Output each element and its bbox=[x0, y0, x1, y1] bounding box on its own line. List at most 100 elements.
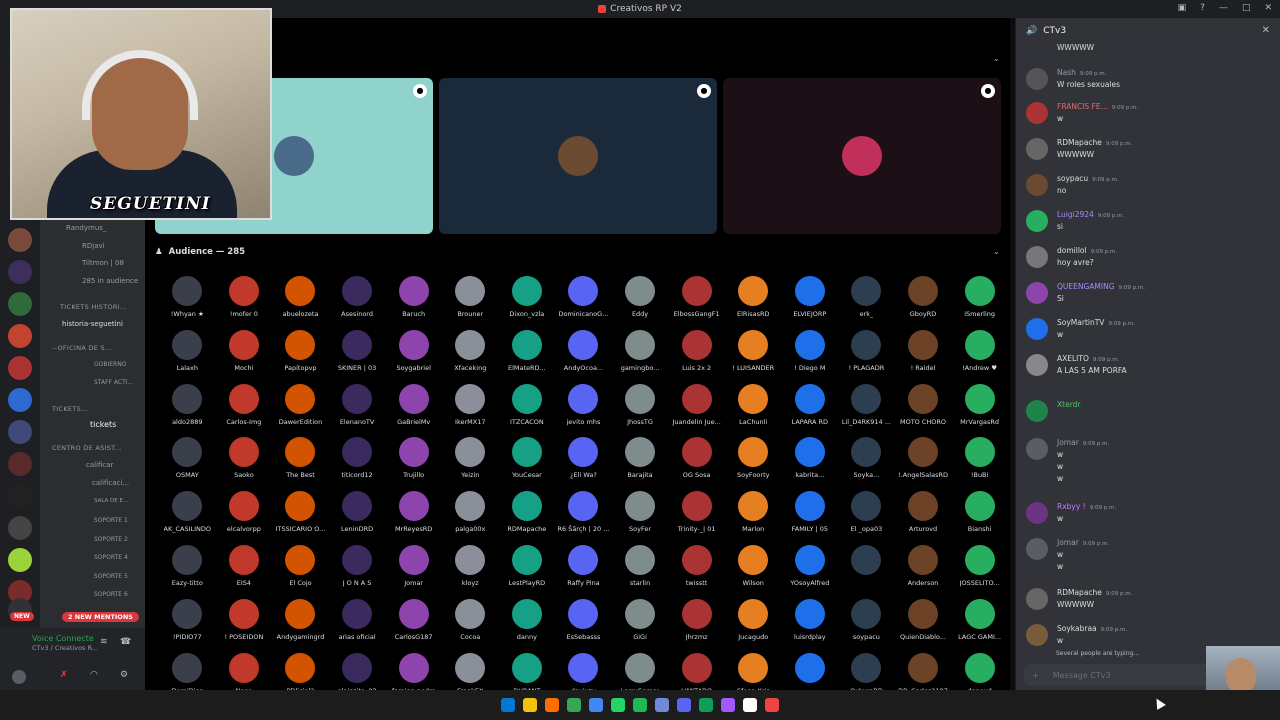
audience-member[interactable]: LAGC GAMI... bbox=[951, 598, 1008, 653]
avatar[interactable] bbox=[1026, 588, 1048, 610]
server-icon[interactable] bbox=[8, 420, 32, 444]
audience-member[interactable]: Marlon bbox=[725, 491, 782, 545]
avatar[interactable] bbox=[1026, 246, 1048, 268]
avatar[interactable] bbox=[1026, 102, 1048, 124]
audience-member[interactable]: SoyFer bbox=[612, 491, 669, 545]
audience-member[interactable]: ElMateRD... bbox=[499, 329, 556, 384]
audience-member[interactable]: ITSSICARIO O... bbox=[272, 491, 329, 545]
avatar[interactable] bbox=[1026, 282, 1048, 304]
chat-author[interactable]: AXELITO 9:09 p.m. bbox=[1057, 354, 1119, 363]
audience-member[interactable]: The Best bbox=[272, 437, 329, 491]
audience-member[interactable]: danny bbox=[499, 598, 556, 653]
audience-member[interactable]: Wilson bbox=[725, 544, 782, 599]
audience-member[interactable]: Cocoa bbox=[442, 598, 499, 653]
audience-member[interactable]: !Whyan ★ bbox=[159, 276, 216, 330]
audience-member[interactable]: Arturovd bbox=[895, 491, 952, 545]
audience-member[interactable]: Jhrzmz bbox=[668, 598, 725, 653]
audience-member[interactable]: Soyka... bbox=[838, 437, 895, 491]
audience-member[interactable]: MOTO CHORO bbox=[895, 383, 952, 438]
taskbar-app-icon[interactable] bbox=[699, 698, 713, 712]
audience-member[interactable]: !.AngelSalasRD bbox=[895, 437, 952, 491]
headphones-icon[interactable]: ◠ bbox=[90, 670, 98, 680]
audience-member[interactable]: LaChunli bbox=[725, 383, 782, 438]
audience-member[interactable]: ELVIEJORP bbox=[782, 276, 839, 330]
audience-member[interactable]: ! Raidel bbox=[895, 329, 952, 384]
speaker-tile[interactable]: ● bbox=[439, 78, 717, 234]
channel-category[interactable]: TICKETS... bbox=[52, 405, 148, 413]
audience-member[interactable]: SKINER | 03 bbox=[329, 329, 386, 384]
audience-member[interactable]: soypacu bbox=[838, 598, 895, 653]
audience-member[interactable]: titicord12 bbox=[329, 437, 386, 491]
audience-member[interactable]: twisstt bbox=[668, 544, 725, 599]
audience-header[interactable]: ♟ Audience — 285 bbox=[155, 247, 245, 257]
server-icon[interactable] bbox=[8, 452, 32, 476]
avatar[interactable] bbox=[1026, 68, 1048, 90]
audience-member[interactable]: DominicanoG... bbox=[555, 276, 612, 330]
avatar[interactable] bbox=[1026, 502, 1048, 524]
chevron-down-icon[interactable]: ⌄ bbox=[993, 54, 1000, 63]
server-icon[interactable] bbox=[8, 292, 32, 316]
channel-category[interactable]: CENTRO DE ASIST... bbox=[52, 444, 148, 452]
audience-member[interactable]: !BuBi bbox=[951, 437, 1008, 491]
audience-member[interactable]: starlin bbox=[612, 544, 669, 599]
audience-member[interactable]: Raffy Pina bbox=[555, 544, 612, 599]
speaker-tile[interactable]: ● bbox=[723, 78, 1001, 234]
avatar[interactable] bbox=[1026, 174, 1048, 196]
taskbar-app-icon[interactable] bbox=[743, 698, 757, 712]
audience-member[interactable]: palga00x bbox=[442, 491, 499, 545]
chat-author[interactable]: Nash 9:09 p.m. bbox=[1057, 68, 1106, 77]
audience-member[interactable]: QuienDiablo... bbox=[895, 598, 952, 653]
audience-member[interactable]: Dixon_vzla bbox=[499, 276, 556, 330]
waveform-icon[interactable]: ≋ bbox=[100, 637, 108, 647]
avatar[interactable] bbox=[1026, 400, 1048, 422]
audience-member[interactable]: IkerMX17 bbox=[442, 383, 499, 438]
voice-status[interactable]: Voice Connecte bbox=[32, 634, 94, 643]
audience-member[interactable]: CarlosG187 bbox=[385, 598, 442, 653]
audience-member[interactable]: abuelozeta bbox=[272, 276, 329, 330]
audience-member[interactable]: OSMAY bbox=[159, 437, 216, 491]
audience-member[interactable]: kloyz bbox=[442, 544, 499, 599]
audience-member[interactable]: El _opa03 bbox=[838, 491, 895, 545]
taskbar-app-icon[interactable] bbox=[589, 698, 603, 712]
audience-member[interactable]: Jucagudo bbox=[725, 598, 782, 653]
taskbar-app-icon[interactable] bbox=[721, 698, 735, 712]
maximize-icon[interactable]: □ bbox=[1242, 3, 1251, 13]
chat-author[interactable]: SoyMartinTV 9:09 p.m. bbox=[1057, 318, 1135, 327]
audience-member[interactable]: RDMapache bbox=[499, 491, 556, 545]
taskbar-app-icon[interactable] bbox=[545, 698, 559, 712]
taskbar-app-icon[interactable] bbox=[611, 698, 625, 712]
audience-member[interactable]: ITZCACON bbox=[499, 383, 556, 438]
audience-member[interactable]: GiGi bbox=[612, 598, 669, 653]
chat-author[interactable]: Jomar 9:09 p.m. bbox=[1057, 438, 1109, 447]
mentions-pill[interactable]: 2 NEW MENTIONS bbox=[62, 612, 139, 622]
chat-author[interactable]: Xterdr bbox=[1057, 400, 1081, 409]
audience-member[interactable]: Saoko bbox=[216, 437, 273, 491]
gear-icon[interactable]: ⚙ bbox=[120, 670, 128, 680]
server-icon[interactable] bbox=[8, 516, 32, 540]
audience-member[interactable]: ! Diego M bbox=[782, 329, 839, 384]
audience-member[interactable]: MrReyesRD bbox=[385, 491, 442, 545]
inbox-icon[interactable]: ▣ bbox=[1178, 3, 1187, 13]
audience-member[interactable]: Brouner bbox=[442, 276, 499, 330]
chat-author[interactable]: RDMapache 9:09 p.m. bbox=[1057, 138, 1132, 147]
chat-author[interactable]: domillol 9:09 p.m. bbox=[1057, 246, 1117, 255]
audience-member[interactable]: ElenanoTV bbox=[329, 383, 386, 438]
audience-member[interactable]: MrVargasRd bbox=[951, 383, 1008, 438]
close-icon[interactable]: ✕ bbox=[1262, 25, 1270, 36]
server-icon[interactable] bbox=[8, 324, 32, 348]
audience-member[interactable]: LestPlayRD bbox=[499, 544, 556, 599]
audience-member[interactable]: El Cojo bbox=[272, 544, 329, 599]
help-icon[interactable]: ? bbox=[1200, 3, 1205, 13]
audience-member[interactable]: J O N A S bbox=[329, 544, 386, 599]
audience-member[interactable]: GboyRD bbox=[895, 276, 952, 330]
audience-member[interactable]: Lalaxh bbox=[159, 329, 216, 384]
audience-member[interactable]: Trinity-_| 01 bbox=[668, 491, 725, 545]
audience-member[interactable]: Luis 2x 2 bbox=[668, 329, 725, 384]
avatar[interactable] bbox=[1026, 624, 1048, 646]
audience-member[interactable]: FAMILY | 05 bbox=[782, 491, 839, 545]
audience-member[interactable]: arias oficial bbox=[329, 598, 386, 653]
audience-member[interactable]: Eazy-titto bbox=[159, 544, 216, 599]
audience-member[interactable]: aldo2889 bbox=[159, 383, 216, 438]
taskbar-app-icon[interactable] bbox=[765, 698, 779, 712]
audience-member[interactable]: ! LUISANDER bbox=[725, 329, 782, 384]
